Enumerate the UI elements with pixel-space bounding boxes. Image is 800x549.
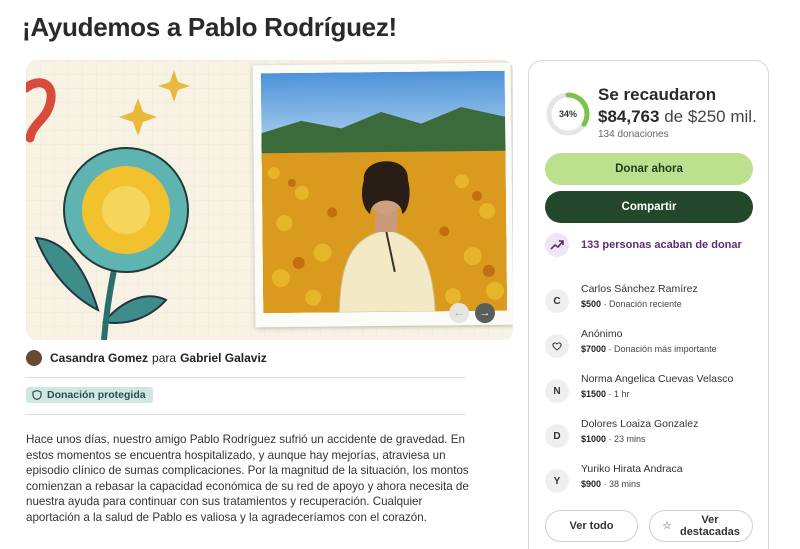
- divider: [26, 414, 466, 415]
- trending-up-icon: [545, 233, 569, 257]
- donor-amount: $1500: [581, 389, 607, 399]
- donations-count: 134 donaciones: [598, 129, 669, 140]
- donate-now-button[interactable]: Donar ahora: [545, 153, 753, 185]
- divider: [26, 377, 466, 378]
- carousel-prev-button[interactable]: ←: [449, 303, 469, 323]
- organizer-name[interactable]: Casandra Gomez: [50, 351, 148, 365]
- donor-avatar: D: [545, 424, 569, 448]
- donor-amount: $7000: [581, 344, 607, 354]
- chevron-right-icon: →: [479, 307, 491, 319]
- donor-item: C Carlos Sánchez Ramírez $500 · Donación…: [545, 283, 760, 319]
- heart-hands-icon: [545, 334, 569, 358]
- donor-amount: $1000: [581, 434, 607, 444]
- donor-meta: $900 · 38 mins: [581, 479, 641, 489]
- see-all-button[interactable]: Ver todo: [545, 510, 638, 542]
- donor-detail: · 23 mins: [608, 434, 646, 444]
- share-button[interactable]: Compartir: [545, 191, 753, 223]
- beneficiary-photo: [260, 70, 508, 314]
- donation-card: 34% Se recaudaron $84,763 de $250 mil. 1…: [528, 60, 769, 549]
- donor-item: D Dolores Loaiza Gonzalez $1000 · 23 min…: [545, 418, 760, 454]
- donor-name: Norma Angelica Cuevas Velasco: [581, 373, 734, 385]
- donor-amount: $900: [581, 479, 602, 489]
- donor-item: Y Yuriko Hirata Andraca $900 · 38 mins: [545, 463, 760, 499]
- donor-meta: $1500 · 1 hr: [581, 389, 630, 399]
- see-top-label-line1: Ver: [701, 514, 719, 526]
- see-top-label: Ver destacadas: [680, 514, 740, 538]
- donor-name: Anónimo: [581, 328, 623, 340]
- chevron-left-icon: ←: [453, 307, 465, 319]
- beneficiary-name[interactable]: Gabriel Galaviz: [180, 351, 267, 365]
- donor-avatar: Y: [545, 469, 569, 493]
- raised-amount: $84,763: [598, 107, 660, 126]
- donor-avatar: N: [545, 379, 569, 403]
- progress-percent: 34%: [558, 109, 577, 119]
- shield-icon: [32, 390, 42, 400]
- organizer-connector: para: [152, 351, 177, 365]
- donor-avatar: C: [545, 289, 569, 313]
- donor-meta: $500 · Donación reciente: [581, 299, 682, 309]
- donor-name: Yuriko Hirata Andraca: [581, 463, 683, 475]
- donor-item: N Norma Angelica Cuevas Velasco $1500 · …: [545, 373, 760, 409]
- donor-meta: $1000 · 23 mins: [581, 434, 646, 444]
- donor-name: Carlos Sánchez Ramírez: [581, 283, 698, 295]
- photo-frame: [252, 62, 513, 328]
- protected-donation-label: Donación protegida: [47, 389, 146, 401]
- campaign-hero-image: [26, 60, 513, 340]
- protected-donation-badge[interactable]: Donación protegida: [26, 387, 153, 403]
- carousel-next-button[interactable]: →: [475, 303, 495, 323]
- recent-donors-text: 133 personas acaban de donar: [581, 239, 742, 251]
- see-top-donations-button[interactable]: ☆ Ver destacadas: [649, 510, 753, 542]
- donor-detail: · Donación más importante: [608, 344, 717, 354]
- donor-detail: · 38 mins: [603, 479, 641, 489]
- donor-item: Anónimo $7000 · Donación más importante: [545, 328, 760, 364]
- campaign-story: Hace unos días, nuestro amigo Pablo Rodr…: [26, 433, 469, 524]
- star-icon: ☆: [662, 520, 672, 532]
- organizer-avatar: [26, 350, 42, 366]
- donor-detail: · Donación reciente: [603, 299, 682, 309]
- donor-name: Dolores Loaiza Gonzalez: [581, 418, 699, 430]
- donor-amount: $500: [581, 299, 602, 309]
- organizer-line: Casandra Gomez para Gabriel Galaviz: [26, 350, 267, 366]
- donor-detail: · 1 hr: [608, 389, 630, 399]
- see-top-label-line2: destacadas: [679, 526, 740, 538]
- page-title: ¡Ayudemos a Pablo Rodríguez!: [22, 12, 397, 42]
- raised-amount-line: $84,763 de $250 mil.: [598, 107, 757, 127]
- recent-donors-banner[interactable]: 133 personas acaban de donar: [545, 233, 742, 257]
- goal-text: de $250 mil.: [664, 107, 757, 126]
- donor-meta: $7000 · Donación más importante: [581, 344, 717, 354]
- raised-heading: Se recaudaron: [598, 85, 717, 104]
